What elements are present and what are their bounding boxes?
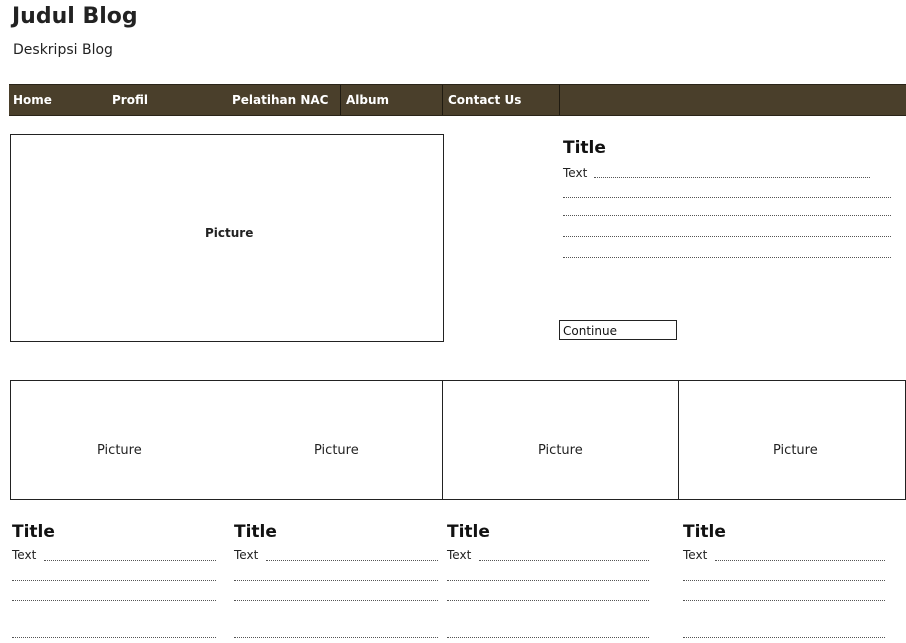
text-placeholder-line xyxy=(12,637,216,638)
nav-divider xyxy=(442,85,443,115)
text-placeholder-line xyxy=(447,637,649,638)
blog-description: Deskripsi Blog xyxy=(13,42,113,58)
featured-picture[interactable]: Picture xyxy=(10,134,444,342)
gallery-picture-pair: Picture Picture xyxy=(10,380,444,500)
continue-button[interactable]: Continue xyxy=(559,320,677,340)
text-placeholder-line xyxy=(12,600,216,601)
text-placeholder-line xyxy=(563,197,891,198)
text-placeholder-line xyxy=(234,580,438,581)
gallery-picture[interactable]: Picture xyxy=(678,380,906,500)
gallery-picture-label: Picture xyxy=(773,443,818,458)
text-placeholder-line xyxy=(715,560,885,561)
nav-item-album[interactable]: Album xyxy=(342,85,389,115)
post-title[interactable]: Title xyxy=(683,522,726,542)
text-placeholder-line xyxy=(683,637,885,638)
featured-picture-label: Picture xyxy=(205,226,254,240)
nav-bar: Home Profil Pelatihan NAC Album Contact … xyxy=(9,84,906,116)
nav-item-profil[interactable]: Profil xyxy=(108,85,148,115)
text-placeholder-line xyxy=(594,177,870,178)
blog-title[interactable]: Judul Blog xyxy=(12,4,138,29)
text-placeholder-line xyxy=(447,580,649,581)
post-text: Text xyxy=(683,548,708,562)
post-text: Text xyxy=(12,548,37,562)
post-title[interactable]: Title xyxy=(447,522,490,542)
text-placeholder-line xyxy=(563,236,891,237)
text-placeholder-line xyxy=(44,560,216,561)
text-placeholder-line xyxy=(12,580,216,581)
post-text: Text xyxy=(234,548,259,562)
gallery-picture-label[interactable]: Picture xyxy=(314,443,359,458)
nav-divider xyxy=(559,85,560,115)
text-placeholder-line xyxy=(683,600,885,601)
gallery-picture-label[interactable]: Picture xyxy=(97,443,142,458)
nav-item-contact-us[interactable]: Contact Us xyxy=(444,85,521,115)
featured-post-text: Text xyxy=(563,166,588,180)
nav-item-pelatihan-nac[interactable]: Pelatihan NAC xyxy=(228,85,329,115)
text-placeholder-line xyxy=(266,560,438,561)
gallery-picture[interactable]: Picture xyxy=(442,380,680,500)
post-title[interactable]: Title xyxy=(234,522,277,542)
featured-post-title[interactable]: Title xyxy=(563,138,606,158)
text-placeholder-line xyxy=(683,580,885,581)
text-placeholder-line xyxy=(479,560,649,561)
post-title[interactable]: Title xyxy=(12,522,55,542)
text-placeholder-line xyxy=(234,637,438,638)
text-placeholder-line xyxy=(563,257,891,258)
text-placeholder-line xyxy=(234,600,438,601)
post-text: Text xyxy=(447,548,472,562)
text-placeholder-line xyxy=(447,600,649,601)
nav-divider xyxy=(340,85,341,115)
gallery-picture-label: Picture xyxy=(538,443,583,458)
text-placeholder-line xyxy=(563,215,891,216)
nav-item-home[interactable]: Home xyxy=(9,85,52,115)
